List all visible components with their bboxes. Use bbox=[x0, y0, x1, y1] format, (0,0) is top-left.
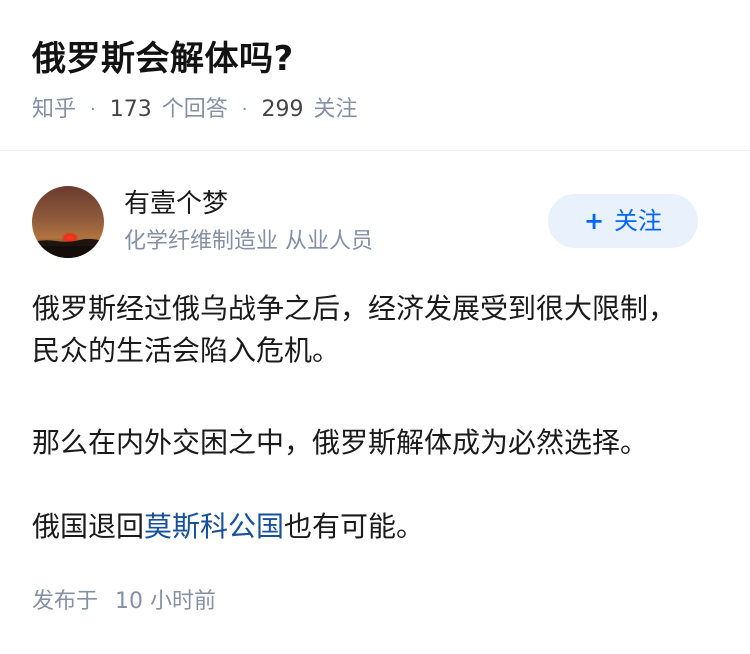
follow-button[interactable]: + 关注 bbox=[548, 194, 698, 248]
publish-label: 发布于 bbox=[32, 589, 99, 614]
meta-separator: · bbox=[90, 99, 96, 120]
question-header: 俄罗斯会解体吗? 知乎 · 173 个回答 · 299 关注 bbox=[0, 0, 750, 150]
header-divider bbox=[0, 150, 750, 151]
follower-count: 299 bbox=[261, 97, 304, 122]
answer-count-label[interactable]: 个回答 bbox=[162, 94, 228, 126]
follow-button-label: 关注 bbox=[614, 207, 663, 235]
plus-icon: + bbox=[583, 207, 605, 235]
answer-paragraph: 俄国退回莫斯科公国也有可能。 bbox=[32, 506, 424, 548]
answer-paragraph: 那么在内外交困之中，俄罗斯解体成为必然选择。 bbox=[32, 426, 649, 459]
source-label[interactable]: 知乎 bbox=[32, 94, 76, 126]
topic-link[interactable]: 莫斯科公国 bbox=[144, 510, 284, 543]
author-card: 有壹个梦 化学纤维制造业 从业人员 + 关注 bbox=[32, 186, 722, 262]
author-bio: 化学纤维制造业 从业人员 bbox=[124, 229, 373, 254]
answer-paragraph: 俄罗斯经过俄乌战争之后，经济发展受到很大限制，民众的生活会陷入危机。 bbox=[32, 292, 677, 367]
publish-time: 发布于 10 小时前 bbox=[32, 586, 216, 618]
question-title[interactable]: 俄罗斯会解体吗? bbox=[32, 34, 294, 84]
avatar[interactable] bbox=[32, 186, 104, 258]
avatar-sunset-image bbox=[32, 186, 104, 258]
answer-text: 俄国退回 bbox=[32, 510, 145, 543]
answer-text: 也有可能。 bbox=[284, 510, 425, 543]
author-name[interactable]: 有壹个梦 bbox=[124, 186, 228, 222]
question-meta: 知乎 · 173 个回答 · 299 关注 bbox=[32, 94, 358, 126]
meta-separator: · bbox=[241, 99, 248, 120]
follower-count-label: 关注 bbox=[313, 97, 358, 122]
answer-count: 173 bbox=[109, 97, 152, 122]
publish-time-value: 10 小时前 bbox=[115, 589, 217, 614]
